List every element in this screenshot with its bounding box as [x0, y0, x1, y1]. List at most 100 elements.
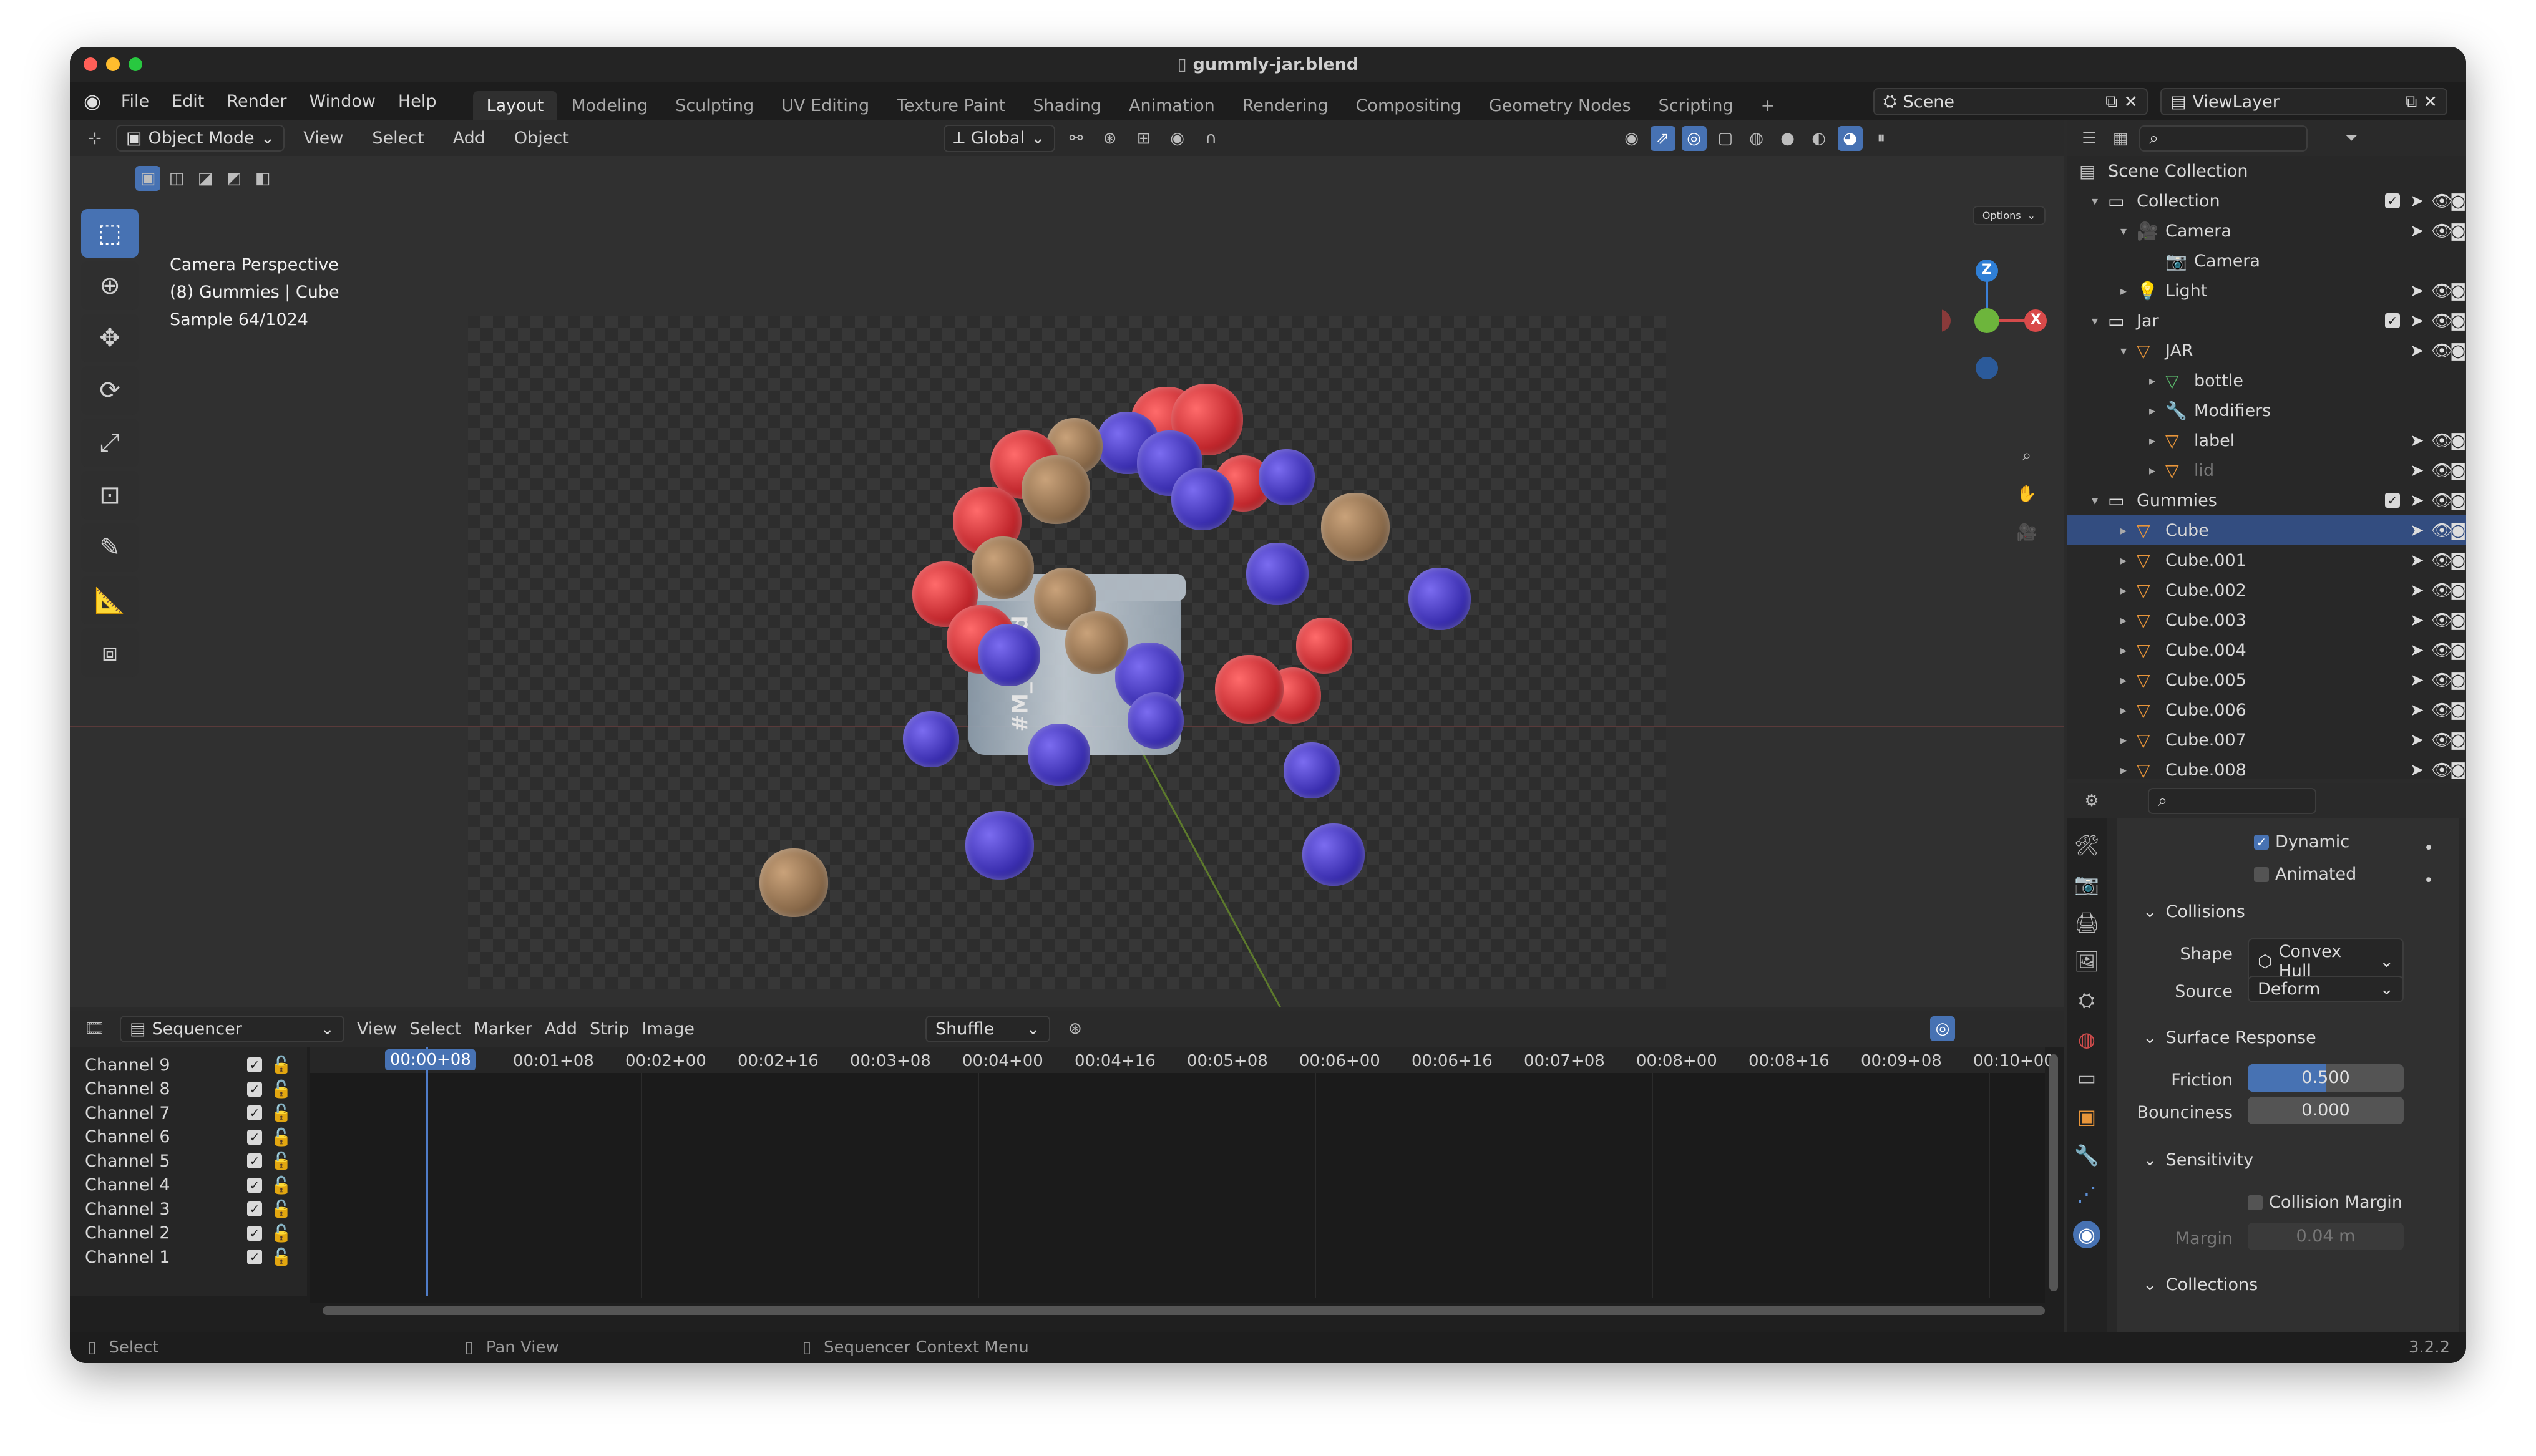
menu-edit[interactable]: Edit: [160, 92, 215, 111]
select-arrow-icon[interactable]: ➤: [2410, 641, 2424, 660]
outliner-row[interactable]: ▾ ▽ JAR ➤ 👁 ◙: [2067, 336, 2466, 366]
pivot-icon[interactable]: ⚯: [1064, 126, 1089, 151]
gummy-object[interactable]: [1215, 655, 1284, 724]
sequencer-view-type-dropdown[interactable]: ▤ Sequencer ⌄: [120, 1015, 344, 1042]
outliner-row[interactable]: ▸ ▽ label ➤ 👁 ◙: [2067, 425, 2466, 455]
lock-icon[interactable]: 🔓: [271, 1103, 292, 1123]
lock-icon[interactable]: 🔓: [271, 1055, 292, 1075]
channel-mute-checkbox[interactable]: ✓: [247, 1153, 262, 1168]
gummy-object[interactable]: [972, 536, 1034, 599]
render-camera-icon[interactable]: ◙: [2450, 641, 2466, 660]
render-camera-icon[interactable]: ◙: [2450, 611, 2466, 630]
keyframe-dot-icon[interactable]: •: [2424, 832, 2434, 865]
lock-icon[interactable]: 🔓: [271, 1175, 292, 1195]
snap-icon[interactable]: ⊛: [1098, 126, 1123, 151]
select-arrow-icon[interactable]: ➤: [2410, 730, 2424, 750]
tab-compositing[interactable]: Compositing: [1342, 91, 1475, 120]
channel-mute-checkbox[interactable]: ✓: [247, 1225, 262, 1241]
snap-target-icon[interactable]: ⊞: [1131, 126, 1156, 151]
channel-row[interactable]: Channel 8 ✓ 🔓: [85, 1077, 303, 1101]
lock-icon[interactable]: 🔓: [271, 1079, 292, 1099]
dynamic-checkbox[interactable]: ✓: [2254, 834, 2269, 850]
render-camera-icon[interactable]: ◙: [2450, 221, 2466, 241]
select-arrow-icon[interactable]: ➤: [2410, 671, 2424, 690]
outliner-row[interactable]: ▸ ▽ Cube.002 ➤ 👁 ◙: [2067, 575, 2466, 605]
keyframe-dot-icon[interactable]: •: [2424, 865, 2434, 897]
channel-row[interactable]: Channel 4 ✓ 🔓: [85, 1173, 303, 1197]
sequencer-menu-view[interactable]: View: [357, 1019, 397, 1039]
gummy-object[interactable]: [1284, 742, 1340, 798]
select-arrow-icon[interactable]: ➤: [2410, 611, 2424, 630]
viewport-menu-select[interactable]: Select: [362, 129, 434, 148]
collisions-section[interactable]: ⌄ Collisions: [2117, 892, 2459, 931]
expand-right-icon[interactable]: ▸: [2120, 523, 2127, 538]
channel-mute-checkbox[interactable]: ✓: [247, 1201, 262, 1216]
display-mode-icon[interactable]: ▦: [2108, 126, 2133, 151]
sequencer-menu-marker[interactable]: Marker: [474, 1019, 532, 1039]
select-arrow-icon[interactable]: ➤: [2410, 311, 2424, 331]
channel-row[interactable]: Channel 5 ✓ 🔓: [85, 1149, 303, 1173]
lock-icon[interactable]: 🔓: [271, 1247, 292, 1267]
sensitivity-section[interactable]: ⌄ Sensitivity: [2117, 1140, 2459, 1179]
channel-mute-checkbox[interactable]: ✓: [247, 1250, 262, 1264]
outliner-row[interactable]: ▸ ▽ Cube.001 ➤ 👁 ◙: [2067, 545, 2466, 575]
select-arrow-icon[interactable]: ➤: [2410, 281, 2424, 301]
outliner-row[interactable]: ▸ ▽ Cube.004 ➤ 👁 ◙: [2067, 635, 2466, 665]
tab-rendering[interactable]: Rendering: [1229, 91, 1342, 120]
physics-tab-icon[interactable]: ◉: [2073, 1221, 2100, 1248]
expand-right-icon[interactable]: ▸: [2120, 643, 2127, 658]
world-tab-icon[interactable]: ◍: [2078, 1027, 2095, 1051]
add-workspace-button[interactable]: +: [1747, 91, 1789, 120]
gummy-object[interactable]: [759, 848, 828, 917]
render-camera-icon[interactable]: ◙: [2450, 461, 2466, 480]
render-camera-icon[interactable]: ◙: [2450, 491, 2466, 510]
output-tab-icon[interactable]: 🖨: [2074, 911, 2100, 934]
channel-row[interactable]: Channel 3 ✓ 🔓: [85, 1197, 303, 1221]
select-arrow-icon[interactable]: ➤: [2410, 221, 2424, 241]
outliner-row[interactable]: ▾ ▭ Gummies ✓ ➤ 👁 ◙: [2067, 485, 2466, 515]
exclude-checkbox[interactable]: ✓: [2385, 193, 2400, 208]
sequencer-editor-icon[interactable]: 🎞: [82, 1016, 107, 1041]
editor-type-icon[interactable]: ⊹: [82, 126, 107, 151]
outliner-row[interactable]: ▸ ▽ Cube.003 ➤ 👁 ◙: [2067, 605, 2466, 635]
channel-row[interactable]: Channel 2 ✓ 🔓: [85, 1221, 303, 1245]
select-arrow-icon[interactable]: ➤: [2410, 760, 2424, 779]
sequencer-menu-select[interactable]: Select: [409, 1019, 461, 1039]
gummy-object[interactable]: [1259, 449, 1315, 505]
gizmo-toggle-icon[interactable]: ⇗: [1650, 125, 1675, 151]
scene-selector[interactable]: ⛭ Scene ⧉ ✕: [1873, 88, 2148, 115]
gummy-object[interactable]: [1171, 468, 1234, 530]
overlays-icon[interactable]: ◎: [1681, 125, 1707, 151]
pause-render-icon[interactable]: ⏸: [1869, 126, 1894, 151]
rendered-shading-icon[interactable]: ◕: [1837, 125, 1863, 151]
outliner-row[interactable]: ▸ ▽ Cube.006 ➤ 👁 ◙: [2067, 695, 2466, 725]
menu-window[interactable]: Window: [298, 92, 387, 111]
viewport-menu-object[interactable]: Object: [504, 129, 579, 148]
render-camera-icon[interactable]: ◙: [2450, 281, 2466, 301]
expand-right-icon[interactable]: ▸: [2149, 373, 2155, 388]
expand-right-icon[interactable]: ▸: [2120, 672, 2127, 687]
gummy-object[interactable]: [1296, 618, 1352, 674]
dynamic-row[interactable]: ✓ Dynamic: [2254, 832, 2349, 852]
outliner-row[interactable]: ▸ ▽ Cube.005 ➤ 👁 ◙: [2067, 665, 2466, 695]
copy-icon[interactable]: ⧉: [2105, 92, 2117, 112]
lock-icon[interactable]: 🔓: [271, 1223, 292, 1243]
channel-mute-checkbox[interactable]: ✓: [247, 1105, 262, 1120]
outliner-row[interactable]: ▸ ▽ lid ➤ 👁 ◙: [2067, 455, 2466, 485]
scene-tab-icon[interactable]: ⛭: [2079, 988, 2095, 1012]
exclude-checkbox[interactable]: ✓: [2385, 493, 2400, 508]
gummy-object[interactable]: [1246, 543, 1309, 605]
copy-icon[interactable]: ⧉: [2405, 92, 2417, 112]
channel-row[interactable]: Channel 9 ✓ 🔓: [85, 1053, 303, 1077]
menu-file[interactable]: File: [110, 92, 160, 111]
channel-mute-checkbox[interactable]: ✓: [247, 1129, 262, 1145]
gummy-object[interactable]: [1408, 568, 1471, 630]
gummy-object[interactable]: [1321, 493, 1390, 561]
gummy-object[interactable]: [978, 624, 1040, 686]
snap-icon[interactable]: ⊛: [1063, 1016, 1088, 1041]
object-tab-icon[interactable]: ▣: [2077, 1105, 2096, 1128]
modifier-tab-icon[interactable]: 🔧: [2074, 1143, 2099, 1167]
expand-right-icon[interactable]: ▸: [2120, 283, 2127, 298]
select-arrow-icon[interactable]: ➤: [2410, 581, 2424, 600]
current-time-badge[interactable]: 00:00+08: [385, 1049, 476, 1070]
